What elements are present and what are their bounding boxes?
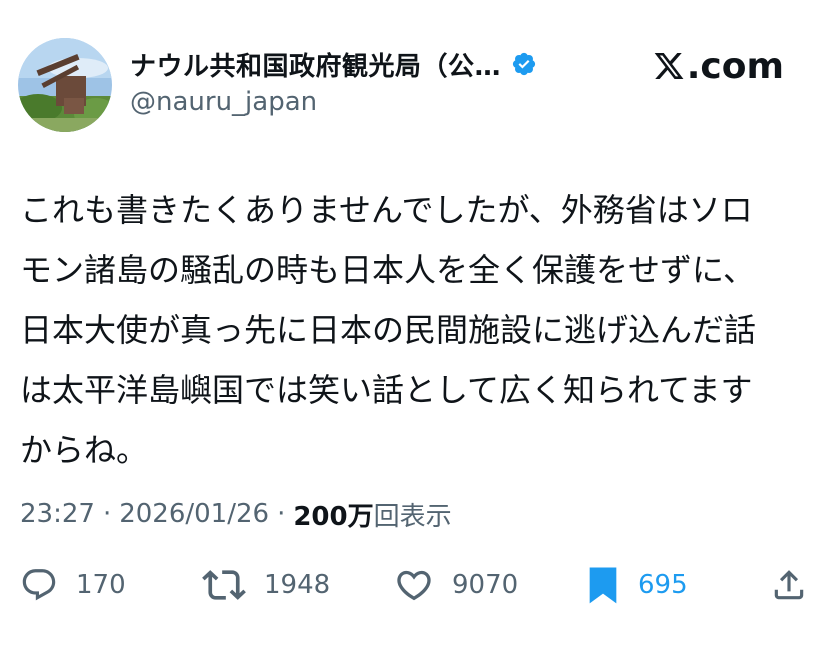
user-handle[interactable]: @nauru_japan (130, 87, 317, 117)
tweet-actions: 170 1948 9070 695 (20, 560, 810, 610)
tweet-line: からね。 (20, 431, 149, 469)
avatar[interactable] (18, 38, 112, 132)
share-icon (770, 566, 808, 604)
repost-icon (202, 563, 246, 607)
x-logo-icon (653, 50, 685, 82)
tweet-text: これも書きたくありませんでしたが、外務省はソロ モン諸島の騒乱の時も日本人を全く… (20, 180, 810, 480)
tweet-date[interactable]: 2026/01/26 (119, 499, 269, 529)
tweet-line: は太平洋島嶼国では笑い話として広く知られてます (20, 371, 753, 409)
like-count: 9070 (452, 570, 519, 600)
bookmark-count: 695 (638, 570, 688, 600)
views-label: 回表示 (373, 501, 452, 532)
share-button[interactable] (770, 560, 808, 610)
separator: · (277, 499, 286, 529)
tweet-line: 日本大使が真っ先に日本の民間施設に逃げ込んだ話 (20, 311, 757, 349)
tweet-line: モン諸島の騒乱の時も日本人を全く保護をせずに、 (20, 251, 756, 289)
repost-count: 1948 (264, 570, 331, 600)
bookmark-button[interactable]: 695 (586, 560, 688, 610)
reply-count: 170 (76, 570, 126, 600)
reply-button[interactable]: 170 (20, 560, 126, 610)
separator: · (102, 499, 112, 529)
reply-icon (20, 566, 58, 604)
avatar-image (18, 38, 112, 132)
repost-button[interactable]: 1948 (202, 560, 330, 610)
tweet-metadata: 23:27 · 2026/01/26 · 200万 回表示 (20, 494, 452, 534)
bookmark-icon (586, 565, 620, 605)
like-button[interactable]: 9070 (394, 560, 518, 610)
tweet-line: これも書きたくありませんでしたが、外務省はソロ (20, 191, 753, 229)
display-name[interactable]: ナウル共和国政府観光局（公… (130, 46, 501, 83)
verified-badge-icon (511, 51, 537, 77)
views-count: 200万 (293, 501, 374, 532)
x-com-label: .com (686, 45, 784, 87)
heart-icon (394, 565, 434, 605)
tweet-time[interactable]: 23:27 (20, 499, 95, 529)
x-com-branding: .com (653, 44, 784, 88)
